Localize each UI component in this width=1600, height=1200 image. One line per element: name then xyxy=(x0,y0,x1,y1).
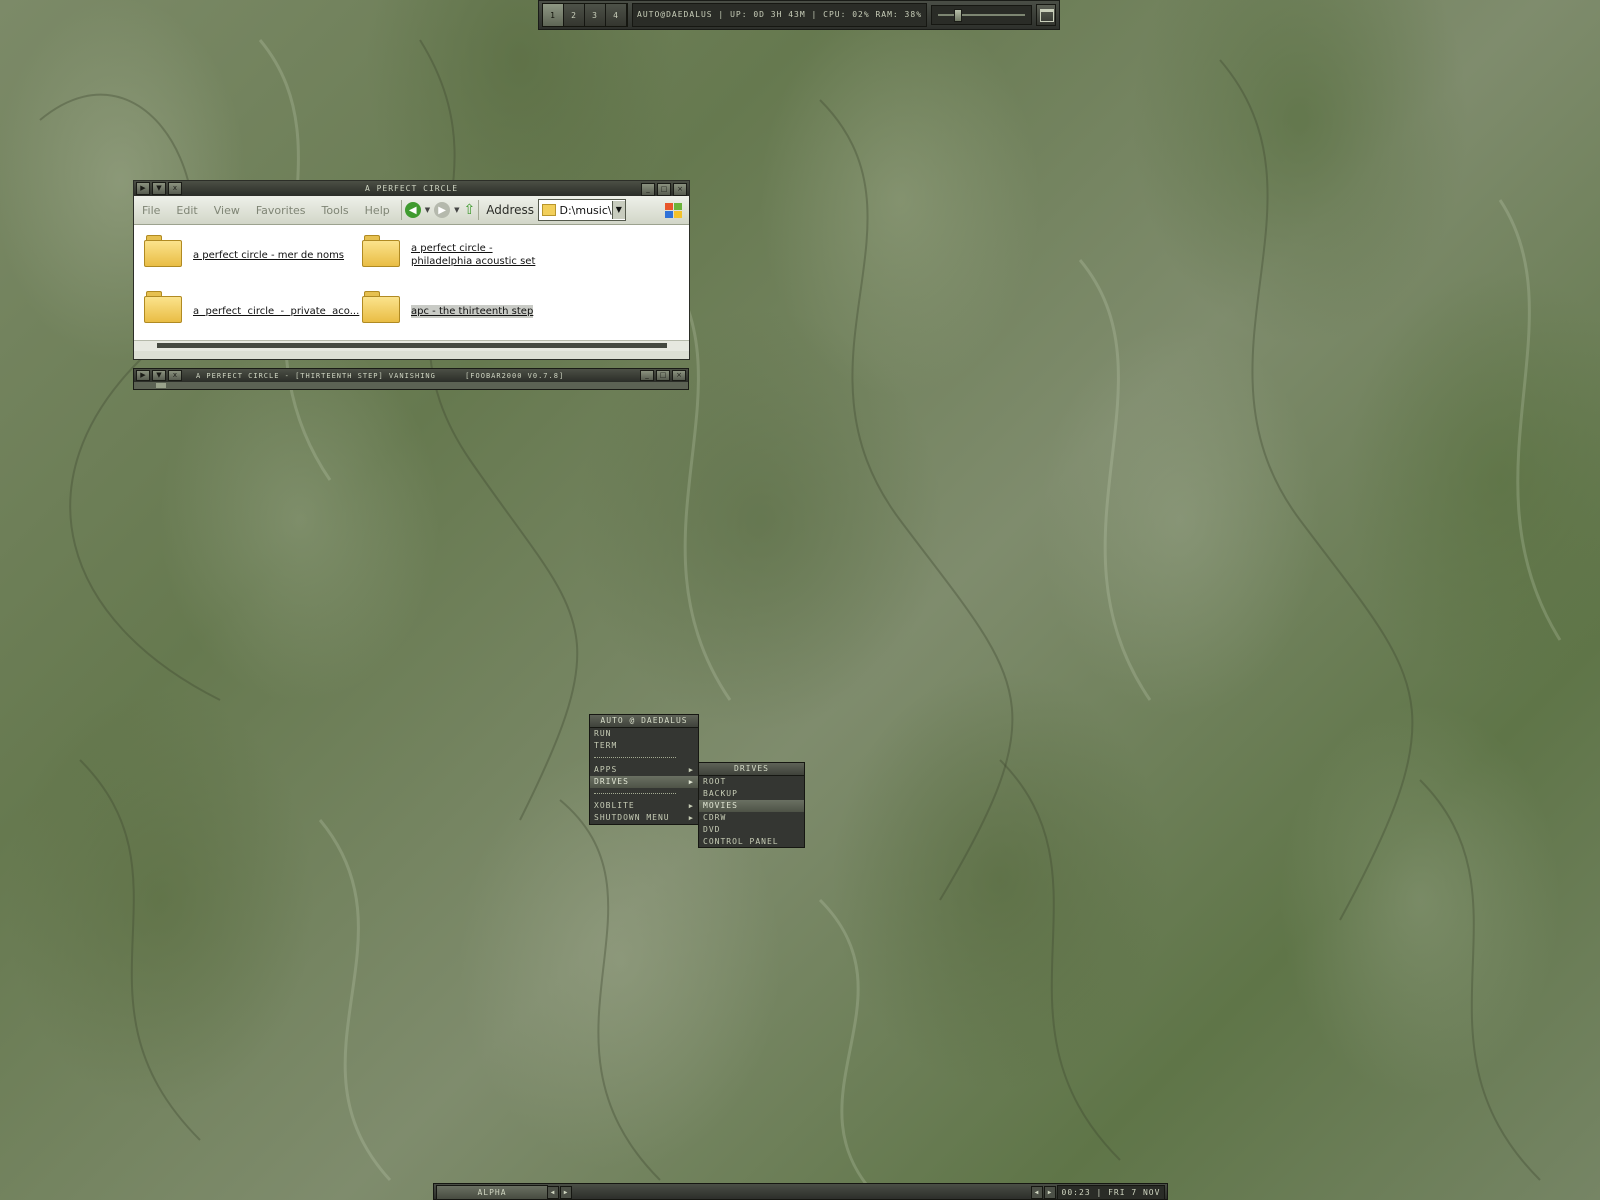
folder-name: a perfect circle - private aco... xyxy=(193,306,360,317)
folder-name: a perfect circle - mer de noms xyxy=(193,250,345,261)
explorer-menubar: File Edit View Favorites Tools Help ◀ ▼ … xyxy=(134,196,689,225)
address-value: D:\music\ xyxy=(559,203,612,217)
chevron-right-icon[interactable]: ▶ xyxy=(1044,1186,1056,1199)
maximize-icon[interactable]: □ xyxy=(657,183,671,196)
list-item[interactable]: a perfect circle - private aco... xyxy=(144,291,360,323)
folder-name: a perfect circle - philadelphia acoustic… xyxy=(411,243,536,267)
menu-item-cdrw[interactable]: CDRW xyxy=(699,812,804,824)
workspace-3-button[interactable]: 3 xyxy=(585,4,606,26)
chevron-right-icon: ▶ xyxy=(688,778,694,786)
list-item-selected[interactable]: apc - the thirteenth step xyxy=(362,291,534,323)
back-arrow-icon[interactable]: ◀ xyxy=(404,202,421,218)
menu-edit[interactable]: Edit xyxy=(168,204,205,217)
workspace-arrows: ◀ ▶ xyxy=(547,1186,573,1199)
drives-submenu: DRIVES ROOT BACKUP MOVIES CDRW DVD CONTR… xyxy=(698,762,805,848)
workspace-switcher: 1 2 3 4 xyxy=(542,3,628,27)
minimize-icon[interactable]: _ xyxy=(640,370,654,381)
menu-item-xoblite[interactable]: XOBLITE ▶ xyxy=(590,800,698,812)
menu-item-backup[interactable]: BACKUP xyxy=(699,788,804,800)
horizontal-scrollbar[interactable] xyxy=(134,340,689,351)
submenu-header: DRIVES xyxy=(699,763,804,776)
foobar-title: A PERFECT CIRCLE - [THIRTEENTH STEP] VAN… xyxy=(196,372,688,380)
menu-item-drives[interactable]: DRIVES ▶ xyxy=(590,776,698,788)
close-icon[interactable]: × xyxy=(672,370,686,381)
taskbar-workspace-label[interactable]: ALPHA xyxy=(436,1185,548,1200)
system-status-text: AUTO@DAEDALUS | UP: 0D 3H 43M | CPU: 02%… xyxy=(632,3,928,27)
chevron-right-icon: ▶ xyxy=(688,814,694,822)
seek-bar[interactable] xyxy=(134,382,688,389)
menu-view[interactable]: View xyxy=(206,204,248,217)
chevron-left-icon[interactable]: ◀ xyxy=(1031,1186,1043,1199)
address-label: Address xyxy=(486,203,535,217)
menu-item-dvd[interactable]: DVD xyxy=(699,824,804,836)
menu-item-control-panel[interactable]: CONTROL PANEL xyxy=(699,836,804,848)
folder-icon xyxy=(362,235,400,267)
workspace-1-button[interactable]: 1 xyxy=(543,4,564,26)
menu-file[interactable]: File xyxy=(134,204,168,217)
task-arrows: ◀ ▶ xyxy=(1031,1186,1057,1199)
maximize-icon[interactable]: □ xyxy=(656,370,670,381)
chevron-right-icon[interactable]: ▶ xyxy=(560,1186,572,1199)
minimize-icon[interactable]: _ xyxy=(641,183,655,196)
chevron-down-icon[interactable]: ▼ xyxy=(152,370,166,381)
folder-view: a perfect circle - mer de noms a perfect… xyxy=(134,225,689,351)
play-icon[interactable]: ▶ xyxy=(136,370,150,381)
address-dropdown-icon[interactable]: ▼ xyxy=(611,201,626,219)
volume-slider[interactable] xyxy=(931,5,1032,25)
volume-track xyxy=(938,14,1025,16)
workspace-2-button[interactable]: 2 xyxy=(564,4,585,26)
folder-icon xyxy=(542,204,557,216)
list-item[interactable]: a perfect circle - philadelphia acoustic… xyxy=(362,235,551,268)
close-icon[interactable]: × xyxy=(673,183,687,196)
menu-item-movies[interactable]: MOVIES xyxy=(699,800,804,812)
foobar-titlebar[interactable]: ▶ ▼ x A PERFECT CIRCLE - [THIRTEENTH STE… xyxy=(134,369,688,382)
seek-thumb[interactable] xyxy=(156,383,166,388)
menu-header: AUTO @ DAEDALUS xyxy=(590,715,698,728)
menu-item-root[interactable]: ROOT xyxy=(699,776,804,788)
pin-icon[interactable]: x xyxy=(168,370,182,381)
back-dropdown-icon[interactable]: ▼ xyxy=(425,206,430,214)
explorer-window: ▶ ▼ x A PERFECT CIRCLE _ □ × File Edit V… xyxy=(133,180,690,360)
menu-item-shutdown[interactable]: SHUTDOWN MENU ▶ xyxy=(590,812,698,824)
up-folder-icon[interactable]: ⇧ xyxy=(464,202,476,218)
folder-icon xyxy=(144,235,182,267)
top-status-bar: 1 2 3 4 AUTO@DAEDALUS | UP: 0D 3H 43M | … xyxy=(538,0,1060,30)
scrollbar-thumb[interactable] xyxy=(157,343,667,348)
menu-item-apps[interactable]: APPS ▶ xyxy=(590,764,698,776)
chevron-left-icon[interactable]: ◀ xyxy=(547,1186,559,1199)
foobar-version: [FOOBAR2000 V0.7.8] xyxy=(465,371,565,380)
now-playing-text: A PERFECT CIRCLE - [THIRTEENTH STEP] VAN… xyxy=(196,371,436,380)
volume-knob[interactable] xyxy=(954,9,963,22)
menu-separator xyxy=(590,788,698,800)
forward-arrow-icon[interactable]: ▶ xyxy=(434,202,451,218)
menu-separator xyxy=(590,752,698,764)
menu-favorites[interactable]: Favorites xyxy=(248,204,314,217)
folder-icon xyxy=(362,291,400,323)
desktop-menu: AUTO @ DAEDALUS RUN TERM APPS ▶ DRIVES ▶ X… xyxy=(589,714,699,825)
explorer-titlebar[interactable]: ▶ ▼ x A PERFECT CIRCLE _ □ × xyxy=(134,181,689,196)
menu-tools[interactable]: Tools xyxy=(314,204,357,217)
toolbar-divider xyxy=(400,200,402,220)
menu-help[interactable]: Help xyxy=(357,204,398,217)
workspace-4-button[interactable]: 4 xyxy=(606,4,627,26)
menu-item-term[interactable]: TERM xyxy=(590,740,698,752)
toolbar-divider xyxy=(478,200,480,220)
chevron-right-icon: ▶ xyxy=(688,802,694,810)
folder-icon xyxy=(144,291,182,323)
taskbar: ALPHA ◀ ▶ ◀ ▶ 00:23 | FRI 7 NOV xyxy=(433,1183,1168,1200)
list-item[interactable]: a perfect circle - mer de noms xyxy=(144,235,345,267)
window-icon[interactable] xyxy=(1035,4,1056,26)
forward-dropdown-icon[interactable]: ▼ xyxy=(454,206,459,214)
foobar-window: ▶ ▼ x A PERFECT CIRCLE - [THIRTEENTH STE… xyxy=(133,368,689,390)
clock: 00:23 | FRI 7 NOV xyxy=(1057,1185,1165,1200)
menu-item-run[interactable]: RUN xyxy=(590,728,698,740)
explorer-title: A PERFECT CIRCLE xyxy=(364,184,459,193)
address-field[interactable]: D:\music\ ▼ xyxy=(538,199,627,221)
windows-logo-icon xyxy=(657,198,689,222)
chevron-right-icon: ▶ xyxy=(688,766,694,774)
folder-name: apc - the thirteenth step xyxy=(411,305,534,318)
